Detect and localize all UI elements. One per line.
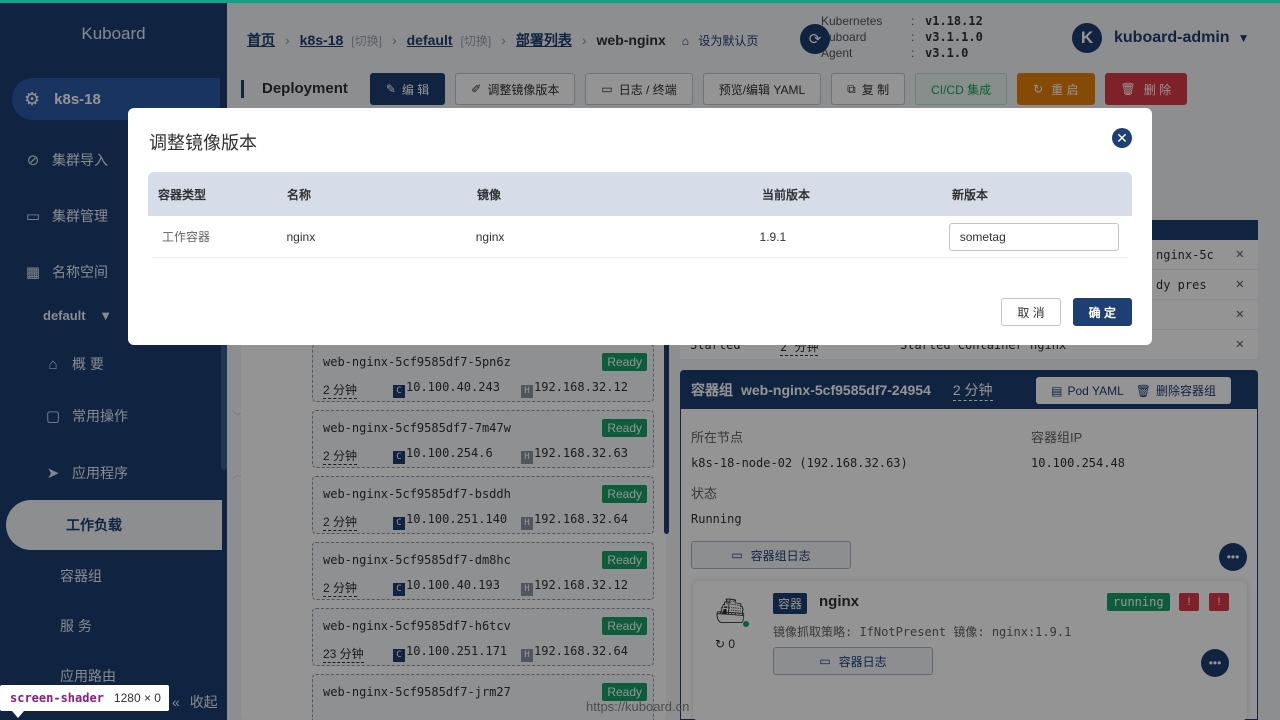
close-icon: ✕ <box>1116 129 1128 146</box>
new-tag-input[interactable] <box>948 222 1119 251</box>
close-button[interactable]: ✕ <box>1112 128 1132 148</box>
confirm-button[interactable]: 确 定 <box>1072 298 1132 326</box>
tooltip-arrow <box>12 711 24 718</box>
table-header: 容器类型 名称 镜像 当前版本 新版本 <box>148 172 1132 216</box>
dialog-footer: 取 消 确 定 <box>989 298 1132 326</box>
image-table: 容器类型 名称 镜像 当前版本 新版本 工作容器 nginx nginx 1.9… <box>148 172 1132 258</box>
cancel-button[interactable]: 取 消 <box>1001 298 1061 326</box>
dialog-title: 调整镜像版本 <box>149 133 257 153</box>
top-accent-line <box>0 0 1280 3</box>
table-row: 工作容器 nginx nginx 1.9.1 <box>152 216 1128 258</box>
adjust-image-dialog: 调整镜像版本 ✕ 容器类型 名称 镜像 当前版本 新版本 工作容器 nginx … <box>128 108 1152 345</box>
footer-url[interactable]: https://kuboard.cn <box>586 699 689 714</box>
screen-shader-label: screen-shader 1280 × 0 <box>0 685 169 711</box>
